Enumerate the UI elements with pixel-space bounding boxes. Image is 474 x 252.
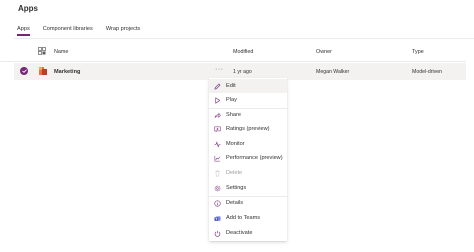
- tab-divider: [14, 38, 474, 39]
- column-header-name[interactable]: Name: [54, 49, 68, 55]
- menu-item-deactivate[interactable]: Deactivate: [209, 226, 287, 240]
- menu-item-label: Performance (preview): [226, 155, 283, 161]
- menu-item-monitor[interactable]: Monitor: [209, 137, 287, 151]
- share-icon: [214, 112, 221, 118]
- trash-icon: [215, 170, 220, 176]
- menu-item-label: Settings: [226, 185, 247, 191]
- menu-item-details[interactable]: Details: [209, 196, 287, 210]
- menu-item-label: Add to Teams: [226, 215, 261, 221]
- type-value: Model-driven: [412, 69, 442, 75]
- menu-item-label: Deactivate: [226, 230, 253, 236]
- menu-item-label: Details: [226, 200, 244, 206]
- menu-item-share[interactable]: Share: [209, 108, 287, 122]
- menu-item-delete[interactable]: Delete: [209, 166, 287, 180]
- column-header-type[interactable]: Type: [412, 49, 424, 55]
- model-driven-app-icon: [39, 67, 47, 75]
- tab-bar: Apps Component libraries Wrap projects: [17, 26, 153, 36]
- menu-item-label: Play: [226, 97, 237, 103]
- modified-value: 1 yr ago: [233, 69, 252, 75]
- power-icon: [214, 230, 221, 237]
- menu-item-edit[interactable]: Edit: [209, 79, 287, 93]
- pencil-icon: [214, 83, 221, 90]
- ratings-icon: [214, 126, 221, 132]
- info-icon: [214, 199, 221, 207]
- menu-item-ratings[interactable]: Ratings (preview): [209, 122, 287, 136]
- app-type-column-icon[interactable]: [38, 47, 46, 55]
- menu-item-label: Ratings (preview): [226, 126, 270, 132]
- row-checkmark-icon[interactable]: [20, 67, 28, 75]
- more-options-button[interactable]: ···: [215, 66, 224, 73]
- menu-item-label: Edit: [226, 83, 236, 89]
- tab-component-libraries[interactable]: Component libraries: [43, 26, 93, 36]
- menu-item-settings[interactable]: Settings: [209, 181, 287, 195]
- performance-icon: [214, 155, 221, 161]
- menu-item-label: Monitor: [226, 141, 245, 147]
- menu-item-label: Delete: [226, 170, 243, 176]
- app-name[interactable]: Marketing: [54, 69, 80, 75]
- menu-item-add-to-teams[interactable]: Add to Teams: [209, 211, 287, 225]
- page-title: Apps: [18, 4, 38, 13]
- column-header-owner[interactable]: Owner: [316, 49, 332, 55]
- menu-item-label: Share: [226, 112, 241, 118]
- menu-item-play[interactable]: Play: [209, 93, 287, 107]
- owner-value: Megan Walker: [316, 69, 350, 75]
- menu-item-performance[interactable]: Performance (preview): [209, 151, 287, 165]
- play-icon: [215, 96, 221, 104]
- context-menu: Edit Play Share Ratings (preview) Monito…: [209, 78, 287, 241]
- gear-icon: [214, 185, 221, 191]
- tab-wrap-projects[interactable]: Wrap projects: [106, 26, 140, 36]
- teams-icon: [214, 215, 221, 221]
- tab-apps[interactable]: Apps: [17, 26, 30, 36]
- table-header: Name Modified Owner Type: [0, 44, 466, 62]
- monitor-icon: [214, 140, 221, 148]
- column-header-modified[interactable]: Modified: [233, 49, 253, 55]
